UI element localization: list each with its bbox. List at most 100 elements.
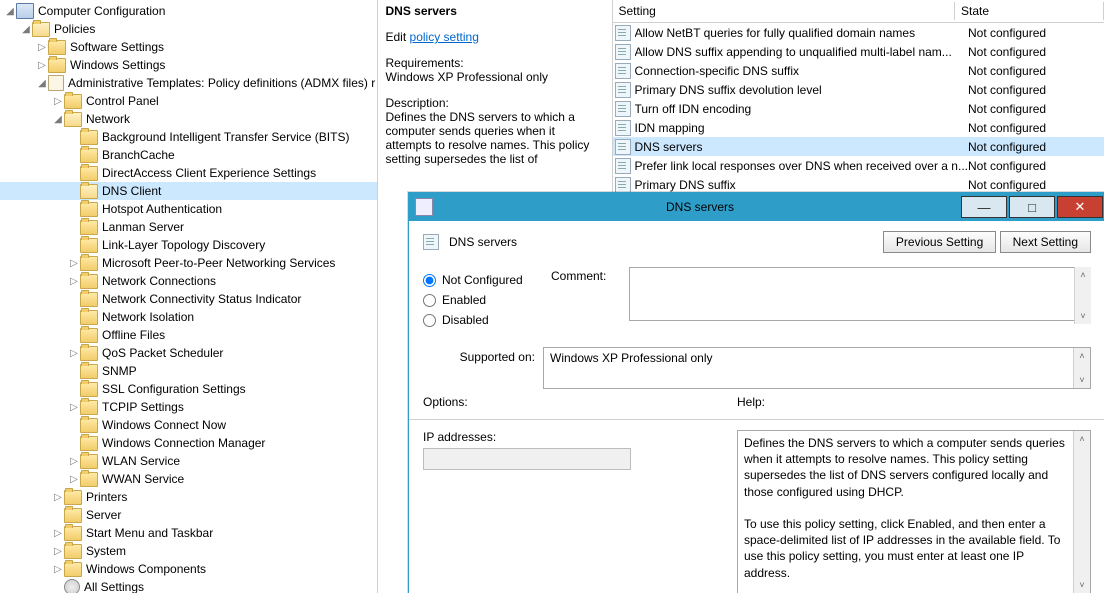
folder-icon — [80, 274, 98, 289]
expand-icon[interactable]: ▷ — [52, 546, 64, 557]
settings-header[interactable]: Setting State — [613, 0, 1104, 23]
tree-item-network-child[interactable]: Network Isolation — [0, 308, 377, 326]
expand-icon[interactable]: ▷ — [68, 456, 80, 467]
tree-item-printers[interactable]: ▷Printers — [0, 488, 377, 506]
scroll-down-icon[interactable]: ˅ — [1074, 372, 1090, 388]
tree-item-network-child[interactable]: SNMP — [0, 362, 377, 380]
expand-icon[interactable]: ▷ — [68, 276, 80, 287]
tree-item-system[interactable]: ▷System — [0, 542, 377, 560]
column-state[interactable]: State — [955, 2, 1104, 20]
previous-setting-button[interactable]: Previous Setting — [883, 231, 996, 253]
tree-item-server[interactable]: Server — [0, 506, 377, 524]
folder-icon — [80, 148, 98, 163]
tree-item-network-child[interactable]: ▷TCPIP Settings — [0, 398, 377, 416]
tree-item-control-panel[interactable]: ▷ Control Panel — [0, 92, 377, 110]
tree-item-windows-settings[interactable]: ▷Windows Settings — [0, 56, 377, 74]
setting-name: Turn off IDN encoding — [635, 102, 969, 116]
ip-addresses-input[interactable] — [423, 448, 631, 470]
tree-item-computer-configuration[interactable]: ◢Computer Configuration — [0, 2, 377, 20]
setting-row[interactable]: Primary DNS suffix devolution levelNot c… — [613, 80, 1104, 99]
tree-item-network-child[interactable]: DirectAccess Client Experience Settings — [0, 164, 377, 182]
tree-item-windows-components[interactable]: ▷Windows Components — [0, 560, 377, 578]
tree-item-network-child[interactable]: DNS Client — [0, 182, 377, 200]
expand-icon[interactable]: ▷ — [68, 258, 80, 269]
expand-icon[interactable]: ▷ — [52, 96, 64, 107]
tree-item-all-settings[interactable]: All Settings — [0, 578, 377, 593]
expand-icon[interactable]: ▷ — [52, 492, 64, 503]
collapse-icon[interactable]: ◢ — [36, 78, 48, 89]
tree-label: Start Menu and Taskbar — [86, 526, 213, 540]
setting-row[interactable]: IDN mappingNot configured — [613, 118, 1104, 137]
expand-icon[interactable]: ▷ — [68, 474, 80, 485]
close-button[interactable]: ✕ — [1057, 196, 1103, 218]
expand-icon[interactable]: ▷ — [36, 42, 48, 53]
tree-item-network-child[interactable]: SSL Configuration Settings — [0, 380, 377, 398]
expand-icon[interactable]: ▷ — [68, 402, 80, 413]
scroll-down-icon[interactable]: ˅ — [1075, 308, 1091, 324]
setting-state: Not configured — [968, 159, 1104, 173]
tree-item-network-child[interactable]: Link-Layer Topology Discovery — [0, 236, 377, 254]
tree-item-network-child[interactable]: Hotspot Authentication — [0, 200, 377, 218]
tree-item-network-child[interactable]: Windows Connection Manager — [0, 434, 377, 452]
tree-label: Policies — [54, 22, 95, 36]
maximize-button[interactable]: □ — [1009, 196, 1055, 218]
expand-icon[interactable]: ▷ — [52, 564, 64, 575]
setting-row[interactable]: Prefer link local responses over DNS whe… — [613, 156, 1104, 175]
collapse-icon[interactable]: ◢ — [52, 114, 64, 125]
scroll-up-icon[interactable]: ˄ — [1075, 267, 1091, 283]
tree-item-network-child[interactable]: Windows Connect Now — [0, 416, 377, 434]
tree-item-network-child[interactable]: Network Connectivity Status Indicator — [0, 290, 377, 308]
expand-icon[interactable]: ▷ — [36, 60, 48, 71]
setting-icon — [615, 139, 631, 155]
collapse-icon[interactable]: ◢ — [4, 6, 16, 17]
tree-label: SNMP — [102, 364, 137, 378]
setting-row[interactable]: Turn off IDN encodingNot configured — [613, 99, 1104, 118]
tree-label: Link-Layer Topology Discovery — [102, 238, 265, 252]
setting-row[interactable]: DNS serversNot configured — [613, 137, 1104, 156]
tree-item-network-child[interactable]: BranchCache — [0, 146, 377, 164]
setting-icon — [615, 177, 631, 193]
tree-label: Windows Connection Manager — [102, 436, 265, 450]
next-setting-button[interactable]: Next Setting — [1000, 231, 1091, 253]
scroll-down-icon[interactable]: ˅ — [1074, 577, 1090, 593]
tree-item-network-child[interactable]: ▷ WLAN Service — [0, 452, 377, 470]
state-radios: Not Configured Enabled Disabled — [423, 267, 543, 333]
collapse-icon[interactable]: ◢ — [20, 24, 32, 35]
comment-textarea[interactable] — [629, 267, 1091, 321]
scrollbar[interactable]: ˄˅ — [1074, 267, 1091, 324]
setting-row[interactable]: Allow DNS suffix appending to unqualifie… — [613, 42, 1104, 61]
scrollbar[interactable]: ˄˅ — [1073, 348, 1090, 388]
minimize-button[interactable]: — — [961, 196, 1007, 218]
setting-row[interactable]: Connection-specific DNS suffixNot config… — [613, 61, 1104, 80]
radio-not-configured[interactable]: Not Configured — [423, 273, 543, 287]
tree[interactable]: ◢Computer Configuration ◢ Policies ▷Softw… — [0, 0, 377, 593]
edit-policy-link[interactable]: policy setting — [410, 30, 479, 44]
scrollbar[interactable]: ˄˅ — [1073, 431, 1090, 593]
scroll-up-icon[interactable]: ˄ — [1074, 431, 1090, 447]
tree-label: WLAN Service — [102, 454, 180, 468]
tree-item-start-menu[interactable]: ▷ Start Menu and Taskbar — [0, 524, 377, 542]
column-setting[interactable]: Setting — [613, 2, 956, 20]
tree-item-network[interactable]: ◢Network — [0, 110, 377, 128]
dialog-titlebar[interactable]: DNS servers — □ ✕ — [409, 193, 1104, 221]
tree-item-network-child[interactable]: ▷QoS Packet Scheduler — [0, 344, 377, 362]
tree-item-network-child[interactable]: ▷Network Connections — [0, 272, 377, 290]
tree-item-software-settings[interactable]: ▷Software Settings — [0, 38, 377, 56]
expand-icon[interactable]: ▷ — [52, 528, 64, 539]
tree-item-network-child[interactable]: ▷Microsoft Peer-to-Peer Networking Servi… — [0, 254, 377, 272]
tree-item-network-child[interactable]: Lanman Server — [0, 218, 377, 236]
tree-item-admin-templates[interactable]: ◢Administrative Templates: Policy defini… — [0, 74, 377, 92]
expand-icon[interactable]: ▷ — [68, 348, 80, 359]
setting-name: Primary DNS suffix — [635, 178, 969, 192]
requirements-block: Requirements: Windows XP Professional on… — [386, 56, 604, 84]
tree-item-network-child[interactable]: Offline Files — [0, 326, 377, 344]
tree-label: Control Panel — [86, 94, 159, 108]
radio-enabled[interactable]: Enabled — [423, 293, 543, 307]
radio-disabled[interactable]: Disabled — [423, 313, 543, 327]
tree-item-policies[interactable]: ◢ Policies — [0, 20, 377, 38]
tree-item-network-child[interactable]: ▷WWAN Service — [0, 470, 377, 488]
scroll-up-icon[interactable]: ˄ — [1074, 348, 1090, 364]
setting-icon — [615, 44, 631, 60]
setting-row[interactable]: Allow NetBT queries for fully qualified … — [613, 23, 1104, 42]
tree-item-network-child[interactable]: Background Intelligent Transfer Service … — [0, 128, 377, 146]
